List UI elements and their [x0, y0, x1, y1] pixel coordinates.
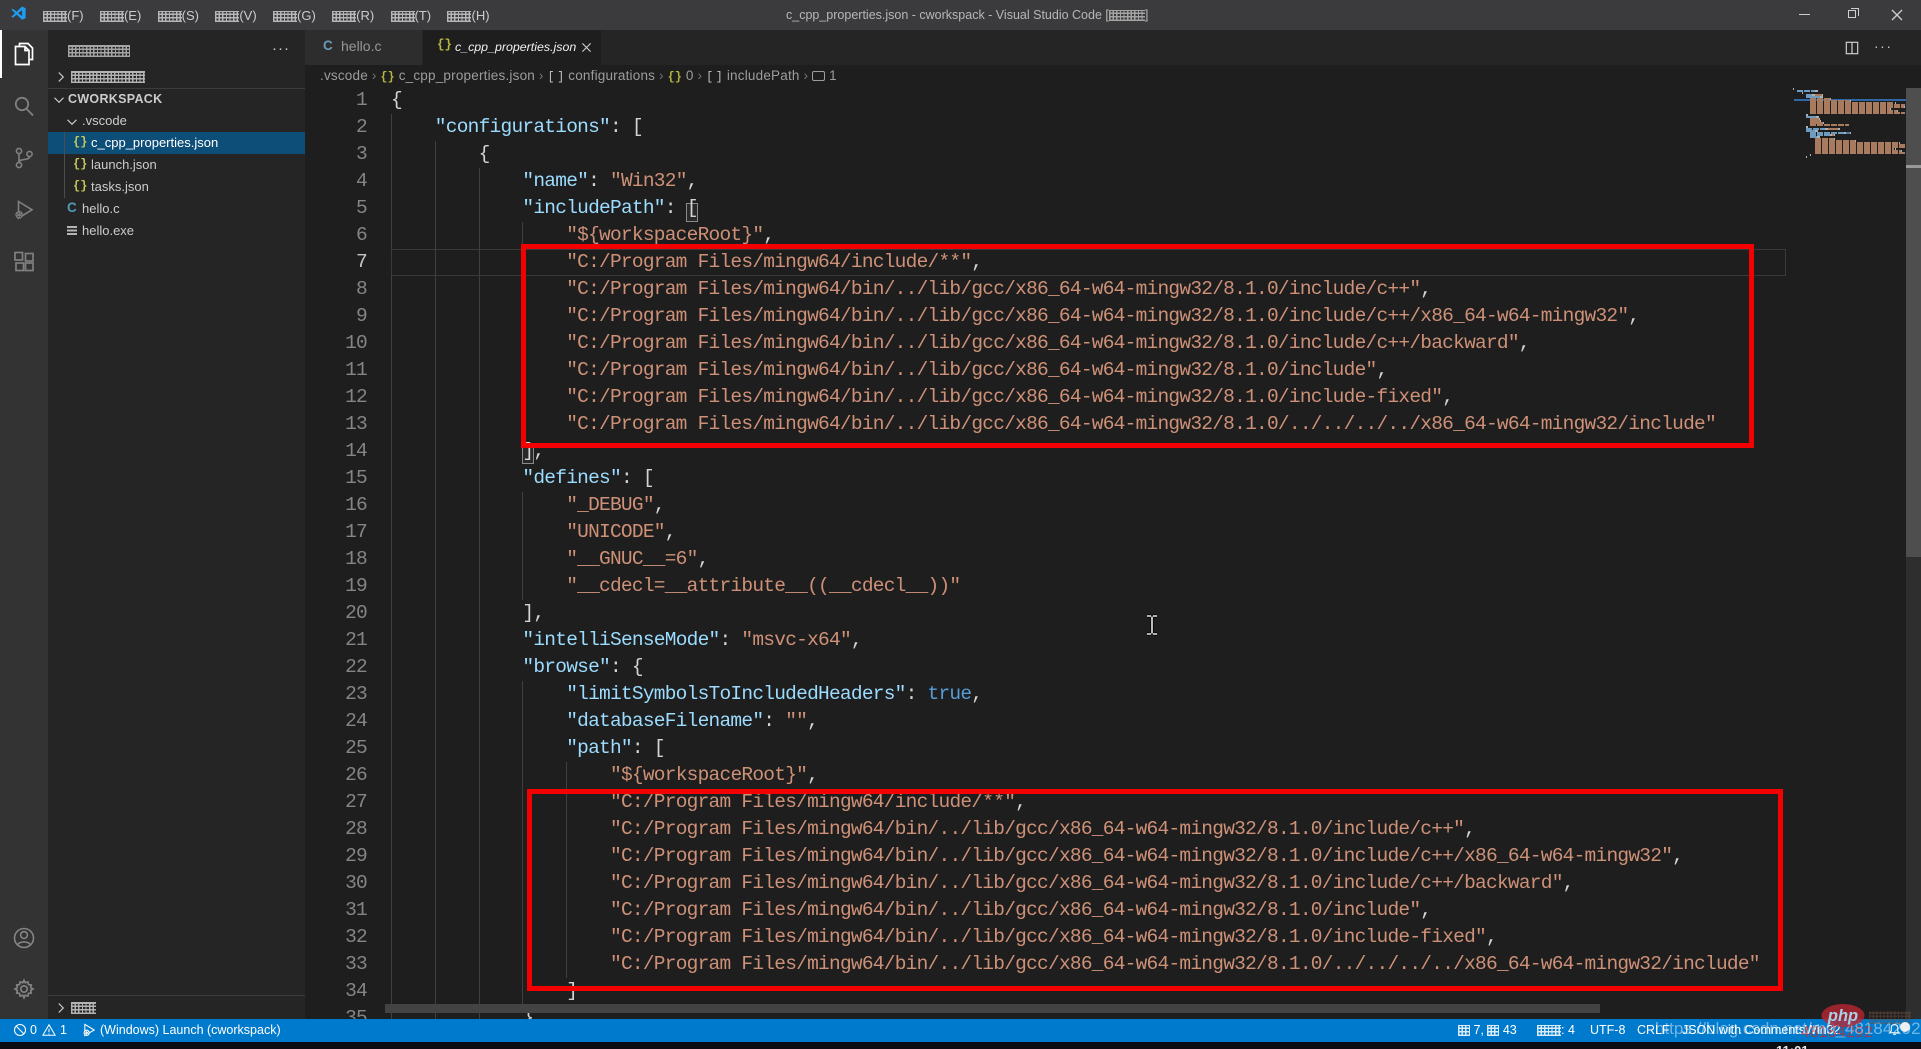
svg-text:php: php: [1827, 1007, 1858, 1025]
